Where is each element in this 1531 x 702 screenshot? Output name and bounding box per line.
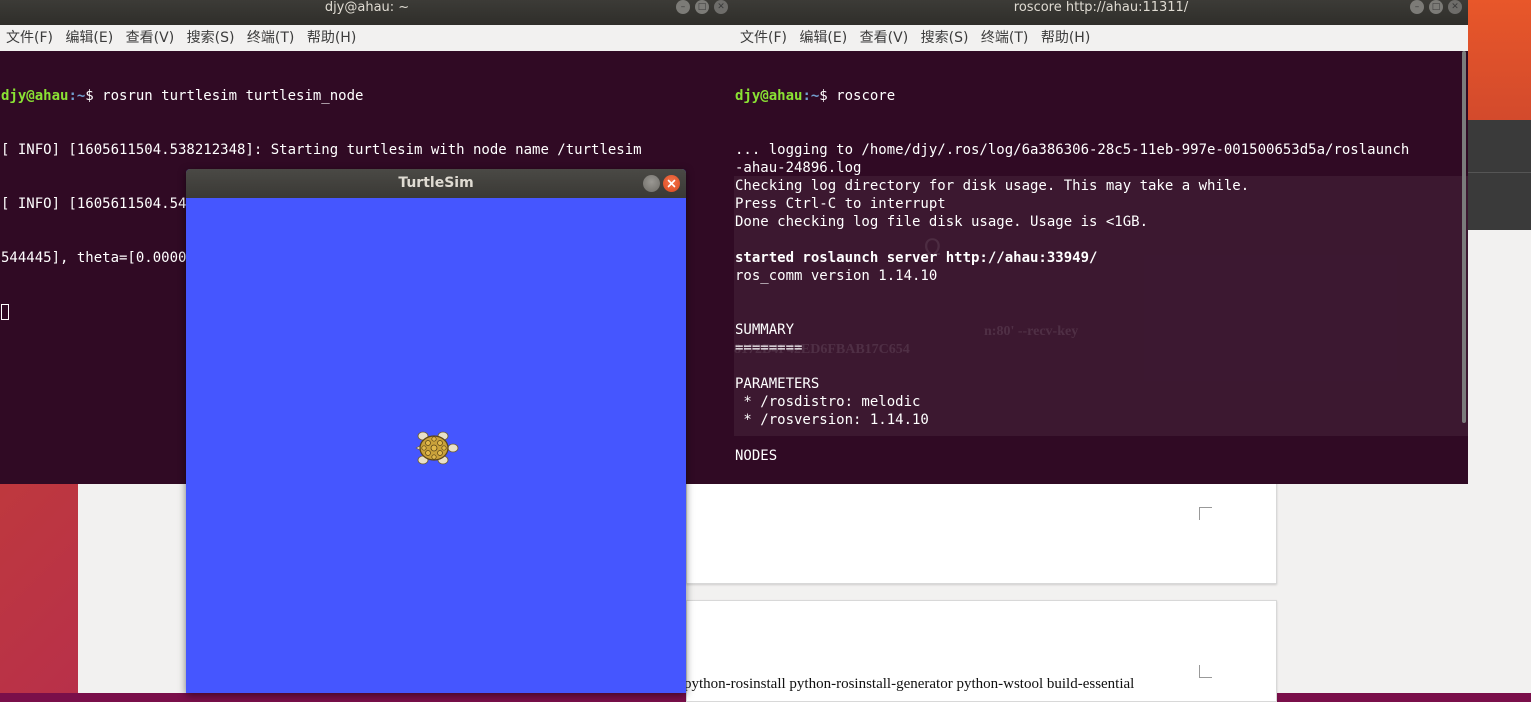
prompt-path: :~ (68, 88, 86, 104)
page-corner-mark (1199, 507, 1212, 520)
menu-terminal[interactable]: 终端(T) (981, 25, 1028, 51)
minimize-button[interactable]: – (676, 0, 690, 14)
minimize-button[interactable]: – (1410, 0, 1424, 14)
menu-edit[interactable]: 编辑(E) (65, 25, 113, 51)
ghost-document-text: 8172B4F42ED6FBAB17C654 (734, 342, 910, 358)
terminal-cursor (1, 304, 9, 320)
terminal-scrollbar[interactable] (1462, 51, 1466, 423)
output-line: Done checking log file disk usage. Usage… (735, 214, 1149, 230)
output-line: * /rosversion: 1.14.10 (735, 412, 929, 428)
output-line: PARAMETERS (735, 376, 820, 392)
background-document-toolbar (1468, 120, 1531, 230)
document-page[interactable] (686, 480, 1277, 584)
menu-help[interactable]: 帮助(H) (1041, 25, 1090, 51)
output-line: -ahau-24896.log (735, 160, 862, 176)
desktop-wallpaper-corner (1461, 0, 1531, 120)
right-terminal-output[interactable]: djy@ahau:~$ roscore ... logging to /home… (734, 51, 1460, 484)
menu-edit[interactable]: 编辑(E) (799, 25, 847, 51)
close-button[interactable]: ✕ (1448, 0, 1462, 14)
ghost-text: 8172B4F42ED6FBAB17C654 (734, 342, 910, 357)
output-line: NODES (735, 448, 778, 464)
menu-view[interactable]: 查看(V) (126, 25, 175, 51)
menu-search[interactable]: 搜索(S) (187, 25, 235, 51)
prompt-line: djy@ahau:~$ roscore (735, 87, 1460, 105)
menu-terminal[interactable]: 终端(T) (247, 25, 294, 51)
output-line: ros_comm version 1.14.10 (735, 268, 938, 284)
prompt-user: djy@ahau (735, 88, 803, 104)
command-text: rosrun turtlesim turtlesim_node (102, 88, 364, 104)
turtlesim-titlebar[interactable]: TurtleSim (186, 169, 686, 198)
menu-view[interactable]: 查看(V) (860, 25, 909, 51)
left-terminal-menubar: 文件(F) 编辑(E) 查看(V) 搜索(S) 终端(T) 帮助(H) (0, 25, 734, 51)
right-terminal-menubar: 文件(F) 编辑(E) 查看(V) 搜索(S) 终端(T) 帮助(H) (734, 25, 1468, 51)
turtle-icon[interactable] (413, 428, 459, 468)
output-line: * /rosdistro: melodic (735, 394, 921, 410)
output-line: started roslaunch server http://ahau:339… (735, 250, 1098, 266)
page-corner-mark (1199, 665, 1212, 678)
maximize-button[interactable]: □ (1429, 0, 1443, 14)
document-text-line: python-rosinstall python-rosinstall-gene… (684, 676, 1135, 692)
prompt-line: djy@ahau:~$ rosrun turtlesim turtlesim_n… (1, 87, 734, 105)
close-icon (667, 179, 676, 188)
window-title: djy@ahau: ~ (324, 0, 410, 15)
ghost-document-text: n:80' --recv-key (984, 324, 1078, 340)
output-line: auto-starting new master (735, 483, 1460, 484)
window-title: TurtleSim (398, 175, 474, 191)
prompt-symbol: $ (819, 88, 837, 104)
left-terminal-titlebar[interactable]: djy@ahau: ~ – □ ✕ (0, 0, 734, 25)
maximize-button[interactable]: □ (695, 0, 709, 14)
output-line: Checking log directory for disk usage. T… (735, 178, 1250, 194)
menu-help[interactable]: 帮助(H) (307, 25, 356, 51)
right-terminal-titlebar[interactable]: roscore http://ahau:11311/ – □ ✕ (734, 0, 1468, 25)
output-line: [ INFO] [1605611504.538212348]: Starting… (1, 142, 642, 158)
command-text: roscore (836, 88, 896, 104)
prompt-path: :~ (802, 88, 820, 104)
output-line: Press Ctrl-C to interrupt (735, 196, 946, 212)
menu-search[interactable]: 搜索(S) (921, 25, 969, 51)
right-terminal-window[interactable]: Ω roscore http://ahau:11311/ – □ ✕ 文件(F) 编… (734, 0, 1468, 484)
output-line: SUMMARY (735, 322, 795, 338)
close-button[interactable] (663, 175, 680, 192)
prompt-user: djy@ahau (1, 88, 69, 104)
close-button[interactable]: ✕ (714, 0, 728, 14)
minimize-button[interactable] (643, 175, 660, 192)
turtlesim-window[interactable]: TurtleSim (186, 169, 686, 693)
turtlesim-canvas[interactable] (186, 198, 686, 693)
output-line: ... logging to /home/djy/.ros/log/6a3863… (735, 142, 1410, 158)
ghost-text: n:80' --recv-key (984, 324, 1079, 339)
menu-file[interactable]: 文件(F) (6, 25, 53, 51)
menu-file[interactable]: 文件(F) (740, 25, 787, 51)
window-title: roscore http://ahau:11311/ (1013, 0, 1189, 15)
prompt-symbol: $ (85, 88, 103, 104)
